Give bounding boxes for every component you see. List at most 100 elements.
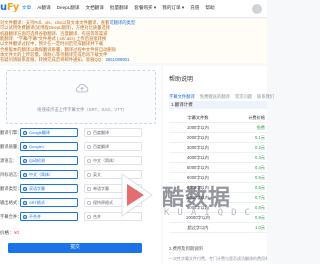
nav-item[interactable]: 文章 xyxy=(22,5,31,11)
field-label: 翻译引擎： xyxy=(0,130,22,135)
billing-footer-note: 一次性字幕文件付费，专门计费与是否成功翻译的费用有关 xyxy=(169,256,267,261)
radio-icon xyxy=(23,145,27,149)
help-tab[interactable]: 联系我们 xyxy=(257,94,274,100)
site-logo[interactable]: uFy xyxy=(0,2,19,13)
radio-icon xyxy=(87,145,91,149)
option-radio[interactable]: 英文 xyxy=(84,170,142,179)
table-row: 7000字以内 0.6元 xyxy=(169,183,267,193)
nav-item[interactable]: 帮助 xyxy=(205,5,214,11)
option-radio[interactable]: 单语字幕 xyxy=(84,184,142,193)
help-panel: 帮助说明 字幕文件翻译 免费赠送的翻译 常见问题 联系我们 1.翻译计费 字幕文件数 … xyxy=(163,66,274,264)
nav-item[interactable]: 文档翻译 xyxy=(85,5,103,11)
field-label: 输出格式： xyxy=(0,200,22,205)
main-nav: 文章 AI翻译 DeepL翻译 文档翻译 批量翻译 套餐购买 ▾ 我的订单 ▾ 充值 帮助 xyxy=(22,5,215,11)
option-label: 双语字幕 xyxy=(29,186,45,191)
help-tab[interactable]: 常见问题 xyxy=(235,94,252,100)
notice-link[interactable]: 2651088901 xyxy=(106,57,130,62)
option-label: 合并 xyxy=(93,214,101,219)
translation-form-panel: 拖拽或点击上传字幕文件（SRT、SAS、VTT） 翻译引擎： Google翻译百度… xyxy=(0,66,161,264)
table-cell: 8000字以内 xyxy=(187,195,209,200)
help-tab[interactable]: 免费赠送的翻译 xyxy=(200,94,230,100)
radio-icon xyxy=(87,201,91,205)
radio-icon xyxy=(23,131,27,135)
radio-icon xyxy=(87,159,91,163)
table-header-cell: 计费价格 xyxy=(248,115,265,120)
nav-item[interactable]: 充值 xyxy=(190,5,199,11)
table-cell: 1000字以内 xyxy=(187,125,209,130)
option-radio[interactable]: 中文（简体） xyxy=(84,156,142,165)
price-value: ¥0 xyxy=(14,230,20,235)
option-radio[interactable]: Google1 xyxy=(20,142,78,151)
table-cell: 超过字以内 xyxy=(187,225,209,230)
table-cell: 10000字以内 xyxy=(185,215,211,220)
pricing-table: 字幕文件数 计费价格 1000字以内 免费 2000字以内 0.1元 3000字以内 0.… xyxy=(169,113,267,233)
field-label: 源语言： xyxy=(0,158,18,163)
table-cell: 0.8元 xyxy=(254,205,265,210)
table-row: 1000字以内 免费 xyxy=(169,123,267,133)
table-row: 6000字以内 0.5元 xyxy=(169,173,267,183)
logo-main-text: u xyxy=(0,2,7,13)
table-cell: 1.0元 xyxy=(254,225,265,230)
avatar[interactable] xyxy=(252,4,262,14)
option-radio[interactable]: 双语字幕 xyxy=(20,184,78,193)
notice-text: 合格版本的翻译以确保翻译质量，翻译过程中文件将自动删除 xyxy=(0,46,117,52)
nav-item[interactable]: DeepL翻译 xyxy=(57,5,80,11)
billing-section-header: 1.翻译计费 xyxy=(169,101,267,109)
option-label: 中文（简体） xyxy=(93,158,117,163)
table-row: 5000字以内 0.4元 xyxy=(169,163,267,173)
radio-icon xyxy=(87,215,91,219)
price-label: 价格： xyxy=(0,230,14,235)
table-row: 2000字以内 0.1元 xyxy=(169,133,267,143)
notice-text: 可以试用免费翻译(试用版DeepL翻译)，方便对比质量选择 xyxy=(0,25,111,31)
table-row: 10000字以内 0.9元 xyxy=(169,213,267,223)
option-radio[interactable]: 中文（简体） xyxy=(20,170,78,179)
expiry-section-title: 2.费用及到期说明 xyxy=(169,246,203,251)
table-row: 9000字以内 0.8元 xyxy=(169,203,267,213)
table-cell: 7000字以内 xyxy=(187,185,209,190)
help-title: 帮助说明 xyxy=(169,77,194,83)
nav-item[interactable]: 批量翻译 xyxy=(110,5,128,11)
top-navigation-bar: uFy 文章 AI翻译 DeepL翻译 文档翻译 批量翻译 套餐购买 ▾ 我的订单 ▾ 充值帮… xyxy=(0,0,267,18)
nav-item[interactable]: 我的订单 ▾ xyxy=(162,5,184,11)
submit-button[interactable]: 提交 xyxy=(8,243,142,253)
table-cell: 4000字以内 xyxy=(187,155,209,160)
option-label: 不合并 xyxy=(29,214,41,219)
notice-text: 以文件翻译过程中，预计在一定时间后完成翻译并下载 xyxy=(0,41,104,47)
option-label: 百度翻译 xyxy=(93,144,109,149)
notice-text: 机器翻译方面可选择谷歌翻译、百度翻译、有道等等渠道 xyxy=(0,30,108,36)
option-radio[interactable]: Google翻译 xyxy=(20,128,78,137)
option-label: 百度翻译 xyxy=(93,130,109,135)
file-upload-dropzone[interactable]: 拖拽或点击上传字幕文件（SRT、SAS、VTT） xyxy=(6,70,156,124)
table-cell: 0.3元 xyxy=(254,155,265,160)
table-cell: 0.7元 xyxy=(254,195,265,200)
option-radio[interactable]: 百度翻译 xyxy=(84,128,142,137)
table-row: 3000字以内 0.2元 xyxy=(169,143,267,153)
table-row: 4000字以内 0.3元 xyxy=(169,153,267,163)
nav-item[interactable]: AI翻译 xyxy=(37,5,51,11)
notice-link[interactable]: 可翻译的类型 xyxy=(109,20,135,25)
field-label: 翻译质量： xyxy=(0,144,22,149)
upload-hint: 拖拽或点击上传字幕文件（SRT、SAS、VTT） xyxy=(37,107,127,112)
table-cell: 6000字以内 xyxy=(187,175,209,180)
option-label: SRT格式 xyxy=(29,200,45,205)
field-label: 字幕合并： xyxy=(0,214,22,219)
notice-line: 有疑问请联系客服，转换完成后将邮件通知，客服QQ：2651088901 xyxy=(0,57,129,63)
nav-item[interactable]: 套餐购买 ▾ xyxy=(134,5,156,11)
option-radio[interactable]: 保持原格式 xyxy=(84,198,142,207)
table-header-cell: 字幕文件数 xyxy=(187,115,209,120)
option-radio[interactable]: 合并 xyxy=(84,212,142,221)
option-radio[interactable]: SRT格式 xyxy=(20,198,78,207)
option-radio[interactable]: 自动检测 xyxy=(20,156,78,165)
option-label: 自动检测 xyxy=(29,158,45,163)
table-cell: 免费 xyxy=(256,125,265,130)
option-label: 英文 xyxy=(93,172,101,177)
table-cell: 2000字以内 xyxy=(187,135,209,140)
option-radio[interactable]: 不合并 xyxy=(20,212,78,221)
help-tabs: 字幕文件翻译 免费赠送的翻译 常见问题 联系我们 xyxy=(169,94,274,100)
table-row: 超过字以内 1.0元 xyxy=(169,223,267,233)
option-radio[interactable]: 百度翻译 xyxy=(84,142,142,151)
radio-icon xyxy=(87,173,91,177)
help-tab[interactable]: 字幕文件翻译 xyxy=(169,94,195,100)
table-cell: 0.9元 xyxy=(254,215,265,220)
notice-panel: 对文件翻译：支持Pdf、xls、xlsx以及文本文件翻译，查看可翻译的类型 可以试… xyxy=(0,19,267,63)
